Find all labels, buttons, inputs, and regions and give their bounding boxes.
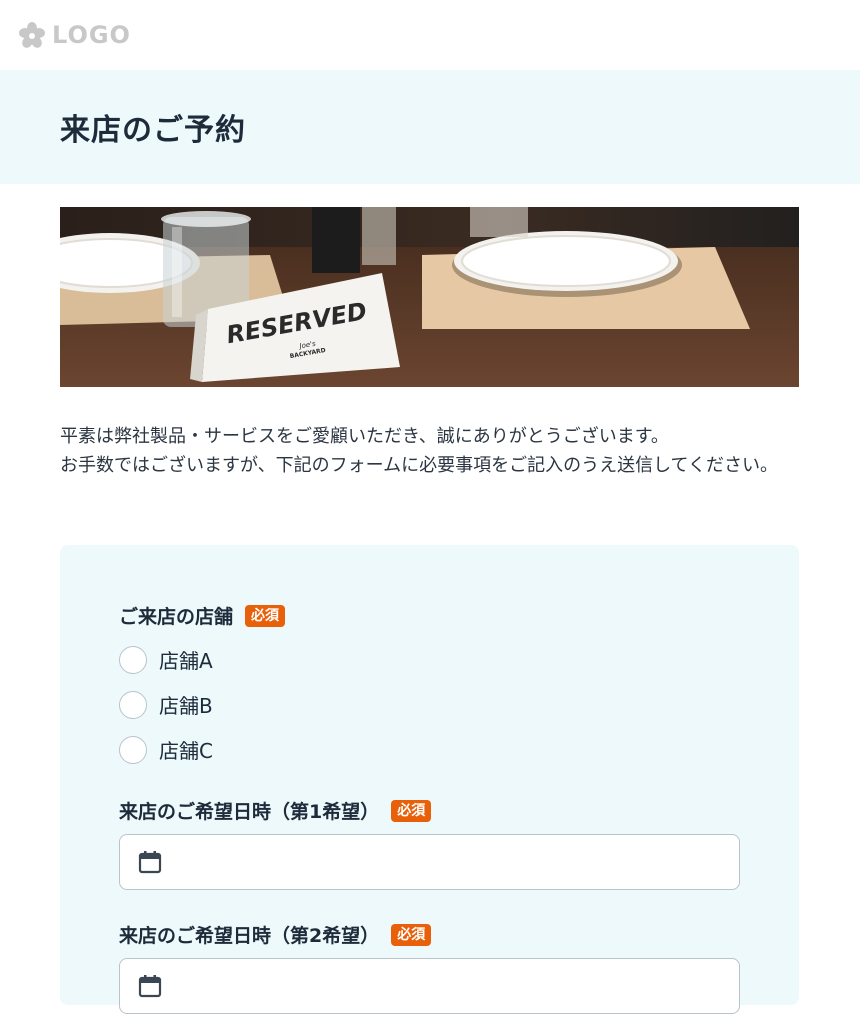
store-radio-group: 店舗A 店舗B 店舗C (119, 637, 740, 772)
date2-field: 来店のご希望日時（第2希望） 必須 (119, 921, 740, 1014)
date1-field: 来店のご希望日時（第1希望） 必須 (119, 797, 740, 890)
calendar-icon[interactable] (136, 972, 164, 1000)
radio-button[interactable] (119, 735, 147, 764)
radio-store-b[interactable]: 店舗B (119, 682, 740, 727)
intro-line-1: 平素は弊社製品・サービスをご愛顧いただき、誠にありがとうございます。 (60, 426, 669, 447)
date1-label-text: 来店のご希望日時（第1希望） (119, 801, 380, 823)
flower-icon (19, 22, 45, 48)
radio-label: 店舗C (159, 739, 213, 763)
radio-store-c[interactable]: 店舗C (119, 727, 740, 772)
store-label-text: ご来店の店舗 (119, 606, 234, 628)
hero-image: RESERVED Joe's BACKYARD (60, 207, 799, 387)
radio-store-a[interactable]: 店舗A (119, 637, 740, 682)
title-band: 来店のご予約 (0, 70, 860, 184)
date1-input[interactable] (119, 834, 740, 890)
site-header: LOGO (0, 0, 860, 70)
logo[interactable]: LOGO (18, 21, 131, 49)
radio-label: 店舗B (159, 694, 213, 718)
intro-text: 平素は弊社製品・サービスをご愛顧いただき、誠にありがとうございます。 お手数では… (60, 422, 800, 480)
required-badge: 必須 (391, 799, 432, 822)
required-badge: 必須 (391, 923, 432, 946)
radio-label: 店舗A (159, 649, 213, 673)
date2-label-text: 来店のご希望日時（第2希望） (119, 925, 380, 947)
logo-text: LOGO (52, 21, 131, 49)
radio-button[interactable] (119, 690, 147, 719)
radio-button[interactable] (119, 645, 147, 674)
reservation-form: ご来店の店舗 必須 店舗A 店舗B 店舗C 来店のご希望日時（第1希望） 必須 (60, 545, 799, 1014)
calendar-icon[interactable] (136, 848, 164, 876)
required-badge: 必須 (245, 604, 286, 627)
store-field: ご来店の店舗 必須 店舗A 店舗B 店舗C (119, 602, 740, 772)
date2-input[interactable] (119, 958, 740, 1014)
date1-field-label: 来店のご希望日時（第1希望） 必須 (119, 797, 740, 824)
store-field-label: ご来店の店舗 必須 (119, 602, 740, 629)
intro-line-2: お手数ではございますが、下記のフォームに必要事項をご記入のうえ送信してください。 (60, 455, 779, 476)
date2-field-label: 来店のご希望日時（第2希望） 必須 (119, 921, 740, 948)
page-title: 来店のご予約 (60, 113, 246, 148)
